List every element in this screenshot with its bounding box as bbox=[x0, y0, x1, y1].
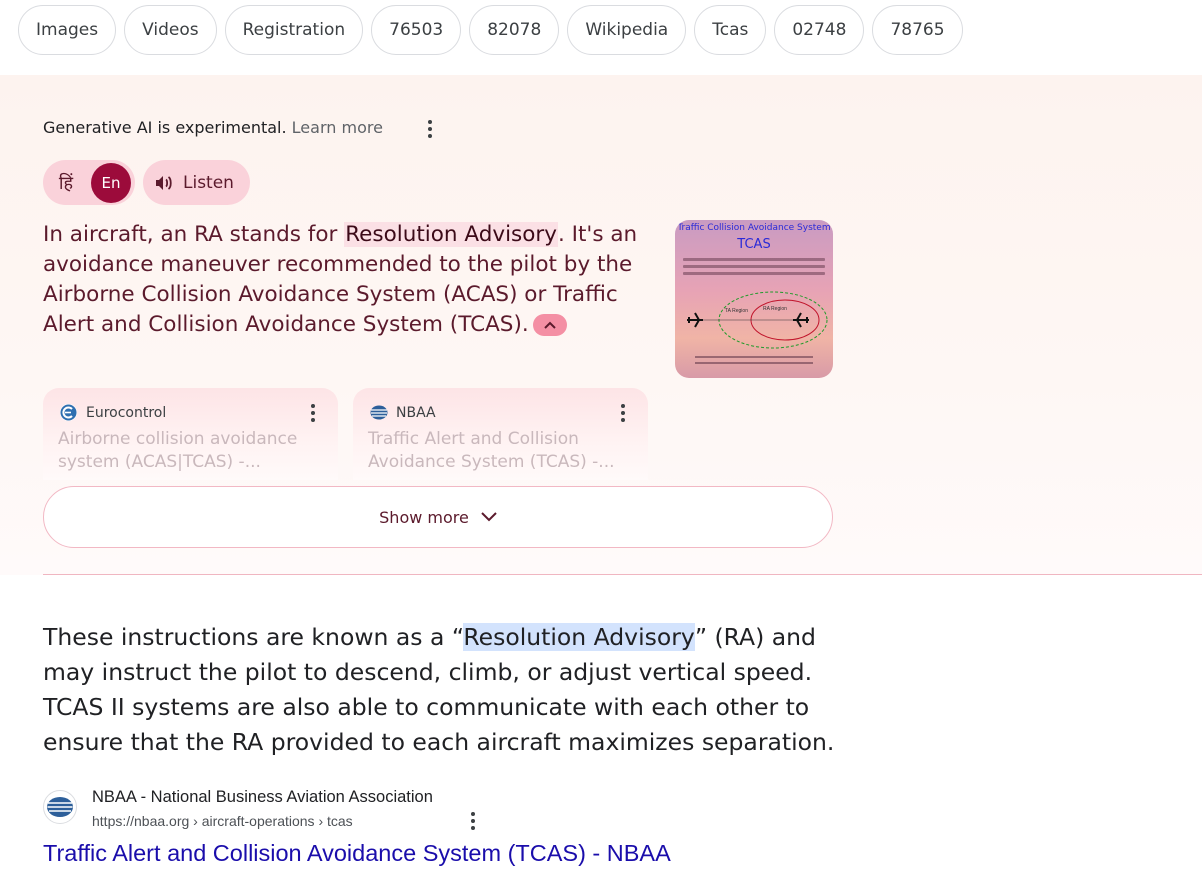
ra-region-label: RA Region bbox=[763, 306, 787, 312]
chip-78765[interactable]: 78765 bbox=[872, 5, 963, 55]
learn-more-link[interactable]: Learn more bbox=[292, 118, 383, 137]
chip-tcas[interactable]: Tcas bbox=[694, 5, 767, 55]
chip-76503[interactable]: 76503 bbox=[371, 5, 462, 55]
source-name: NBAA bbox=[396, 405, 436, 421]
chip-images[interactable]: Images bbox=[18, 5, 117, 55]
experimental-label: Generative AI is experimental. bbox=[43, 118, 287, 137]
result-site-name[interactable]: NBAA - National Business Aviation Associ… bbox=[92, 788, 433, 807]
tcas-thumbnail[interactable]: Traffic Collision Avoidance System TCAS … bbox=[675, 220, 833, 378]
chip-wikipedia[interactable]: Wikipedia bbox=[567, 5, 687, 55]
source-menu-icon[interactable] bbox=[611, 401, 635, 425]
filter-chips: Images Videos Registration 76503 82078 W… bbox=[18, 5, 963, 55]
lang-english-button[interactable]: En bbox=[91, 162, 131, 203]
language-toggle: हिं En bbox=[43, 160, 135, 205]
listen-label: Listen bbox=[183, 172, 234, 193]
ai-text-start: In aircraft, an RA stands for bbox=[43, 222, 345, 247]
ai-overview-menu-icon[interactable] bbox=[418, 117, 442, 141]
result-title-link[interactable]: Traffic Alert and Collision Avoidance Sy… bbox=[43, 840, 671, 867]
result-menu-icon[interactable] bbox=[461, 809, 485, 833]
nbaa-favicon-icon[interactable] bbox=[43, 790, 77, 824]
ai-overview-header: Generative AI is experimental. Learn mor… bbox=[43, 118, 383, 137]
show-more-label: Show more bbox=[379, 507, 469, 527]
featured-snippet-text: These instructions are known as a “Resol… bbox=[43, 620, 843, 760]
source-name: Eurocontrol bbox=[86, 405, 167, 421]
chip-registration[interactable]: Registration bbox=[224, 5, 364, 55]
chip-videos[interactable]: Videos bbox=[124, 5, 217, 55]
ai-text-highlight: Resolution Advisory bbox=[344, 222, 558, 247]
source-title: Traffic Alert and Collision Avoidance Sy… bbox=[368, 429, 615, 472]
snippet-highlight: Resolution Advisory bbox=[463, 623, 695, 651]
nbaa-logo-icon bbox=[370, 404, 388, 421]
snippet-start: These instructions are known as a “ bbox=[43, 623, 464, 651]
ta-region-label: TA Region bbox=[725, 308, 748, 314]
thumbnail-subtitle: TCAS bbox=[737, 237, 771, 252]
source-title: Airborne collision avoidance system (ACA… bbox=[58, 429, 298, 472]
result-url[interactable]: https://nbaa.org › aircraft-operations ›… bbox=[92, 813, 353, 829]
collapse-button[interactable] bbox=[532, 314, 567, 336]
thumbnail-footer-text bbox=[695, 356, 813, 368]
listen-button[interactable]: Listen bbox=[143, 160, 250, 205]
chip-82078[interactable]: 82078 bbox=[469, 5, 560, 55]
chevron-up-icon bbox=[543, 321, 556, 329]
chip-02748[interactable]: 02748 bbox=[774, 5, 865, 55]
tcas-regions-diagram bbox=[687, 291, 828, 349]
chevron-down-icon bbox=[481, 512, 497, 522]
speaker-icon bbox=[156, 175, 172, 190]
thumbnail-text-block bbox=[683, 258, 825, 279]
section-divider bbox=[43, 574, 1202, 575]
eurocontrol-logo-icon bbox=[60, 404, 77, 421]
lang-hindi-button[interactable]: हिं bbox=[43, 171, 89, 195]
ai-overview-text: In aircraft, an RA stands for Resolution… bbox=[43, 220, 653, 340]
thumbnail-title: Traffic Collision Avoidance System bbox=[677, 223, 831, 233]
show-more-button[interactable]: Show more bbox=[43, 486, 833, 548]
source-menu-icon[interactable] bbox=[301, 401, 325, 425]
source-card-eurocontrol[interactable]: Eurocontrol Airborne collision avoidance… bbox=[43, 388, 338, 480]
source-card-nbaa[interactable]: NBAA Traffic Alert and Collision Avoidan… bbox=[353, 388, 648, 480]
